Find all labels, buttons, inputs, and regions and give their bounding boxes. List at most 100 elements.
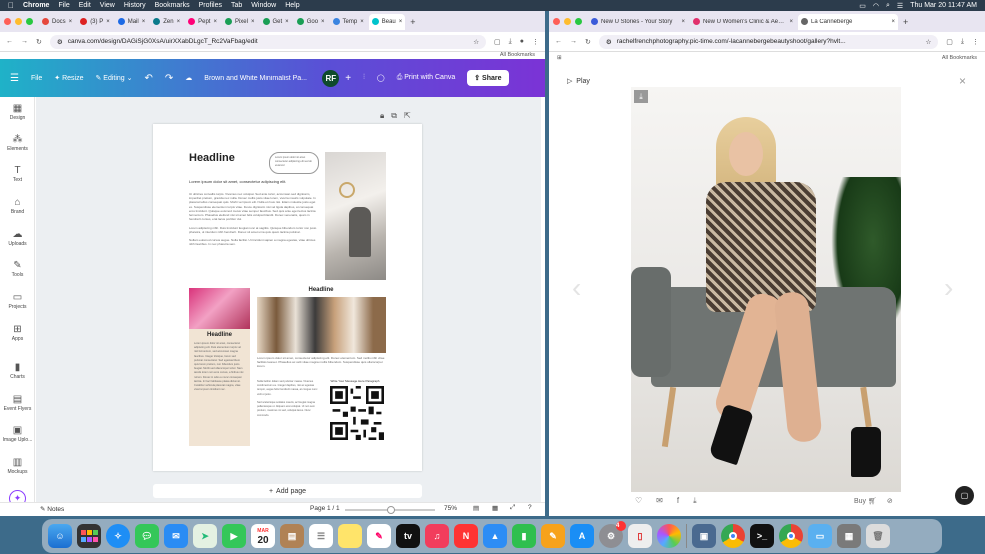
tab-close-icon[interactable]: × bbox=[177, 19, 181, 25]
sidebar-item-event-flyers[interactable]: ▤ Event Flyers bbox=[0, 394, 35, 412]
site-info-icon[interactable]: ⚙ bbox=[606, 38, 612, 46]
download-icon[interactable]: ⤓ bbox=[961, 38, 964, 46]
back-icon[interactable]: ← bbox=[6, 38, 13, 45]
sidebar-item-projects[interactable]: ▭ Projects bbox=[0, 292, 35, 310]
minimize-window-button[interactable] bbox=[564, 18, 571, 25]
tab-close-icon[interactable]: × bbox=[285, 19, 289, 25]
sidebar-item-apps[interactable]: ⊞ Apps bbox=[0, 324, 35, 342]
battery-icon[interactable]: ▭ bbox=[859, 2, 866, 10]
next-photo-arrow[interactable]: › bbox=[944, 272, 953, 304]
tab-close-icon[interactable]: × bbox=[69, 19, 73, 25]
facebook-icon[interactable]: f bbox=[677, 496, 679, 506]
beige-column[interactable]: Headline Lorem ipsum dolor sit amet, con… bbox=[189, 329, 250, 446]
help-icon[interactable]: ? bbox=[528, 504, 532, 511]
url-field[interactable]: ⚙ canva.com/design/DAGiSjG0XsA/uirXXabDL… bbox=[49, 34, 487, 49]
tab-pixel[interactable]: Pixel × bbox=[222, 14, 258, 30]
previous-photo-arrow[interactable]: ‹ bbox=[572, 272, 581, 304]
close-window-button[interactable] bbox=[4, 18, 11, 25]
launchpad-icon[interactable] bbox=[77, 524, 101, 548]
menu-view[interactable]: View bbox=[100, 2, 115, 9]
notes-app-icon[interactable]: ▤ bbox=[280, 524, 304, 548]
menu-file[interactable]: File bbox=[58, 2, 69, 9]
site-info-icon[interactable]: ⚙ bbox=[57, 38, 63, 46]
hide-icon[interactable]: ⊘ bbox=[887, 497, 893, 505]
iphone-mirroring-icon[interactable]: ▯ bbox=[628, 524, 652, 548]
terminal-icon[interactable]: >_ bbox=[750, 524, 774, 548]
mail-icon[interactable]: ✉ bbox=[164, 524, 188, 548]
menu-edit[interactable]: Edit bbox=[79, 2, 91, 9]
freeform-icon[interactable]: ✎ bbox=[367, 524, 391, 548]
zoom-slider-handle[interactable] bbox=[387, 506, 395, 514]
tab-close-icon[interactable]: × bbox=[213, 19, 217, 25]
headline-mid[interactable]: Headline bbox=[257, 287, 385, 293]
duplicate-icon[interactable]: ⧉ bbox=[391, 111, 397, 121]
sidebar-item-tools[interactable]: ✎ Tools bbox=[0, 260, 35, 278]
tab-beau-active[interactable]: Beau × bbox=[368, 13, 406, 30]
zoom-window-button[interactable] bbox=[26, 18, 33, 25]
share-button[interactable]: ⇪ Share bbox=[467, 70, 509, 86]
photos-icon[interactable] bbox=[657, 524, 681, 548]
tab-close-icon[interactable]: × bbox=[789, 19, 793, 25]
download-icon[interactable]: ⤓ bbox=[693, 496, 697, 506]
menu-history[interactable]: History bbox=[124, 2, 146, 9]
music-icon[interactable]: ♫ bbox=[425, 524, 449, 548]
close-window-button[interactable] bbox=[553, 18, 560, 25]
sidebar-item-image-upload[interactable]: ▣ Image Uplo... bbox=[0, 425, 35, 443]
minimize-window-button[interactable] bbox=[15, 18, 22, 25]
chat-support-button[interactable]: ▢ bbox=[955, 486, 974, 505]
maps-icon[interactable]: ➤ bbox=[193, 524, 217, 548]
kebab-menu-icon[interactable]: ⋮ bbox=[532, 38, 539, 46]
headline-top[interactable]: Headline bbox=[189, 152, 235, 164]
tab-la-canneberge-active[interactable]: La Canneberge × bbox=[798, 13, 898, 30]
redo-icon[interactable]: ↷ bbox=[165, 73, 173, 84]
buy-button[interactable]: Buy 🛒︎ bbox=[854, 497, 877, 505]
safari-icon[interactable]: ✧ bbox=[106, 524, 130, 548]
control-center-icon[interactable]: ☰ bbox=[897, 2, 903, 10]
pages-view-icon[interactable]: ▦ bbox=[492, 504, 498, 512]
news-icon[interactable]: N bbox=[454, 524, 478, 548]
sidebar-item-uploads[interactable]: ☁ Uploads bbox=[0, 229, 35, 247]
photo-woman-armchair[interactable] bbox=[325, 152, 386, 280]
qr-code[interactable] bbox=[330, 386, 384, 440]
extensions-icon[interactable]: ▢ bbox=[494, 38, 501, 46]
lock-icon[interactable]: 🔒︎ bbox=[380, 111, 384, 121]
calendar-icon[interactable]: MAR 20 bbox=[251, 524, 275, 548]
menu-window[interactable]: Window bbox=[251, 2, 276, 9]
search-icon[interactable]: ⌕ bbox=[886, 2, 890, 10]
reload-icon[interactable]: ↻ bbox=[36, 38, 42, 46]
menu-chrome[interactable]: Chrome bbox=[23, 2, 49, 9]
tab-pept[interactable]: Pept × bbox=[185, 14, 220, 30]
fullscreen-icon[interactable]: ⤢ bbox=[510, 504, 515, 512]
trash-icon[interactable]: 🗑︎ bbox=[866, 524, 890, 548]
chrome-icon[interactable] bbox=[721, 524, 745, 548]
finder-icon[interactable]: ☺ bbox=[48, 524, 72, 548]
page-counter[interactable]: Page 1 / 1 bbox=[310, 505, 340, 512]
body-text-left[interactable]: Lorem ipsum dolor sit amet, consectetur … bbox=[189, 338, 250, 438]
heart-icon[interactable]: ♡ bbox=[635, 496, 642, 506]
clock[interactable]: Thu Mar 20 11:47 AM bbox=[910, 2, 977, 9]
sidebar-item-brand[interactable]: ⌂ Brand bbox=[0, 197, 35, 215]
bookmark-star-icon[interactable]: ☆ bbox=[925, 38, 931, 46]
tab-close-icon[interactable]: × bbox=[251, 19, 255, 25]
add-page-icon[interactable]: ⇱ bbox=[404, 111, 411, 121]
tab-close-icon[interactable]: × bbox=[142, 19, 146, 25]
main-gallery-photo[interactable]: ⤓ bbox=[631, 87, 901, 492]
sidebar-item-text[interactable]: T Text bbox=[0, 165, 35, 183]
all-bookmarks-link[interactable]: All Bookmarks bbox=[500, 52, 535, 58]
editing-mode-button[interactable]: ✎ Editing ⌄ bbox=[95, 74, 132, 82]
preview-icon[interactable]: ▣ bbox=[692, 524, 716, 548]
wifi-icon[interactable]: ◠ bbox=[873, 2, 879, 10]
notes-button[interactable]: ✎ Notes bbox=[40, 505, 64, 513]
subtitle-text[interactable]: Lorem ipsum dolor sit amet, consectetur … bbox=[189, 179, 286, 184]
extensions-icon[interactable]: ▢ bbox=[946, 38, 953, 46]
file-menu-button[interactable]: File bbox=[31, 75, 42, 82]
hamburger-menu-icon[interactable]: ☰ bbox=[10, 73, 19, 84]
sidebar-item-charts[interactable]: ▮ Charts bbox=[0, 362, 35, 380]
tab-zen[interactable]: Zen × bbox=[150, 14, 183, 30]
add-collaborator-icon[interactable]: + bbox=[345, 73, 351, 84]
undo-icon[interactable]: ↶ bbox=[145, 73, 153, 84]
body-text-mid[interactable]: Lorem ipsum dolor sit amet, consectetur … bbox=[257, 356, 386, 376]
close-viewer-icon[interactable]: × bbox=[959, 74, 966, 88]
facetime-icon[interactable]: ▶ bbox=[222, 524, 246, 548]
grid-view-icon[interactable]: ▤ bbox=[473, 504, 479, 512]
